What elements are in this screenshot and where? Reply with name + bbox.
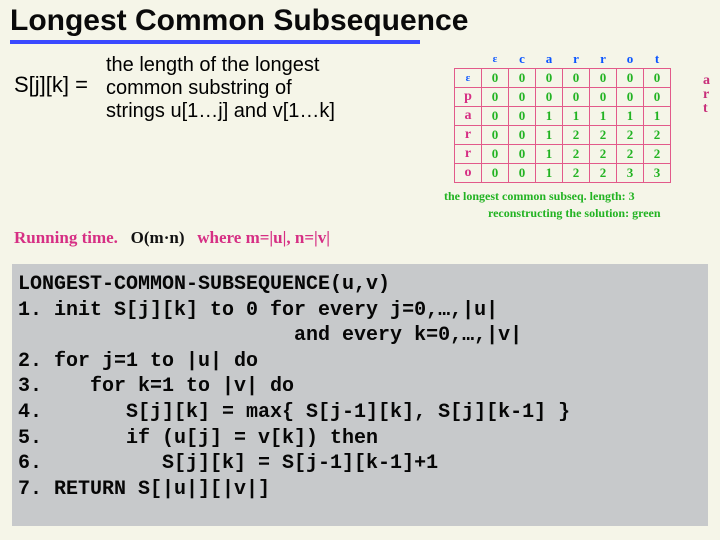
definition-rhs: the length of the longest common substri…: [106, 54, 336, 123]
code-line: 7. RETURN S[|u|][|v|]: [18, 478, 270, 501]
pseudocode-block: LONGEST-COMMON-SUBSEQUENCE(u,v) 1. init …: [12, 264, 708, 526]
dp-cell: 0: [536, 88, 563, 107]
dp-cell: 0: [482, 88, 509, 107]
dp-cell: 0: [509, 164, 536, 183]
dp-cell: 3: [644, 164, 671, 183]
dp-cell: 0: [563, 88, 590, 107]
dp-cell: 1: [536, 145, 563, 164]
runtime-where: where m=|u|, n=|v|: [197, 228, 330, 247]
dp-cell: 1: [536, 126, 563, 145]
dp-table: ε c a r r o t ε 0 0 0 0 0 0 0 p 0: [454, 50, 671, 183]
col-letter: r: [563, 50, 590, 69]
dp-cell: 0: [509, 126, 536, 145]
dp-cell: 0: [590, 69, 617, 88]
dp-cell: 2: [563, 164, 590, 183]
dp-cell: 0: [509, 145, 536, 164]
slide: Longest Common Subsequence S[j][k] = the…: [0, 0, 720, 540]
col-letter: c: [509, 50, 536, 69]
side-art-annotation: a r t: [703, 74, 710, 116]
dp-cell: 1: [644, 107, 671, 126]
row-letter: r: [455, 145, 482, 164]
dp-cell: 1: [536, 164, 563, 183]
lcs-length-note: the longest common subseq. length: 3: [444, 189, 712, 204]
row-letter: p: [455, 88, 482, 107]
code-line: 6. S[j][k] = S[j-1][k-1]+1: [18, 452, 438, 475]
col-letter: r: [590, 50, 617, 69]
col-letter: t: [644, 50, 671, 69]
dp-cell: 0: [644, 88, 671, 107]
code-line: 1. init S[j][k] to 0 for every j=0,…,|u|: [18, 299, 498, 322]
dp-cell: 2: [590, 164, 617, 183]
dp-cell: 2: [644, 126, 671, 145]
dp-cell: 0: [482, 126, 509, 145]
dp-cell: 0: [563, 69, 590, 88]
dp-cell: 0: [509, 88, 536, 107]
dp-cell: 1: [590, 107, 617, 126]
dp-cell: 0: [482, 164, 509, 183]
dp-cell: 0: [617, 88, 644, 107]
dp-cell: 2: [590, 126, 617, 145]
title-underline: [10, 40, 420, 44]
row-empty: ε: [455, 69, 482, 88]
dp-cell: 0: [482, 107, 509, 126]
code-line: 4. S[j][k] = max{ S[j-1][k], S[j][k-1] }: [18, 401, 570, 424]
row-letter: a: [455, 107, 482, 126]
dp-cell: 0: [617, 69, 644, 88]
dp-cell: 2: [590, 145, 617, 164]
dp-cell: 3: [617, 164, 644, 183]
dp-table-annotation: ε c a r r o t ε 0 0 0 0 0 0 0 p 0: [440, 50, 712, 221]
col-letter: a: [536, 50, 563, 69]
dp-cell: 2: [563, 126, 590, 145]
col-empty: ε: [482, 50, 509, 69]
row-letter: r: [455, 126, 482, 145]
dp-cell: 2: [617, 145, 644, 164]
reconstruction-note: reconstructing the solution: green: [488, 206, 712, 221]
definition-lhs: S[j][k] =: [14, 72, 88, 98]
dp-cell: 2: [563, 145, 590, 164]
row-letter: o: [455, 164, 482, 183]
dp-cell: 0: [509, 69, 536, 88]
code-line: 2. for j=1 to |u| do: [18, 350, 258, 373]
dp-cell: 0: [482, 145, 509, 164]
dp-cell: 1: [536, 107, 563, 126]
page-title: Longest Common Subsequence: [10, 4, 710, 38]
dp-cell: 0: [482, 69, 509, 88]
code-line: 5. if (u[j] = v[k]) then: [18, 427, 378, 450]
dp-cell: 0: [644, 69, 671, 88]
dp-cell: 2: [644, 145, 671, 164]
dp-cell: 2: [617, 126, 644, 145]
dp-cell: 1: [563, 107, 590, 126]
dp-cell: 1: [617, 107, 644, 126]
col-letter: o: [617, 50, 644, 69]
runtime-bigO: O(m·n): [131, 228, 185, 247]
code-head: LONGEST-COMMON-SUBSEQUENCE(u,v): [18, 273, 390, 296]
runtime-label: Running time.: [14, 228, 118, 247]
dp-cell: 0: [536, 69, 563, 88]
running-time-annotation: Running time. O(m·n) where m=|u|, n=|v|: [14, 228, 330, 248]
dp-cell: 0: [590, 88, 617, 107]
code-line: 3. for k=1 to |v| do: [18, 375, 294, 398]
code-line: and every k=0,…,|v|: [18, 324, 522, 347]
dp-cell: 0: [509, 107, 536, 126]
